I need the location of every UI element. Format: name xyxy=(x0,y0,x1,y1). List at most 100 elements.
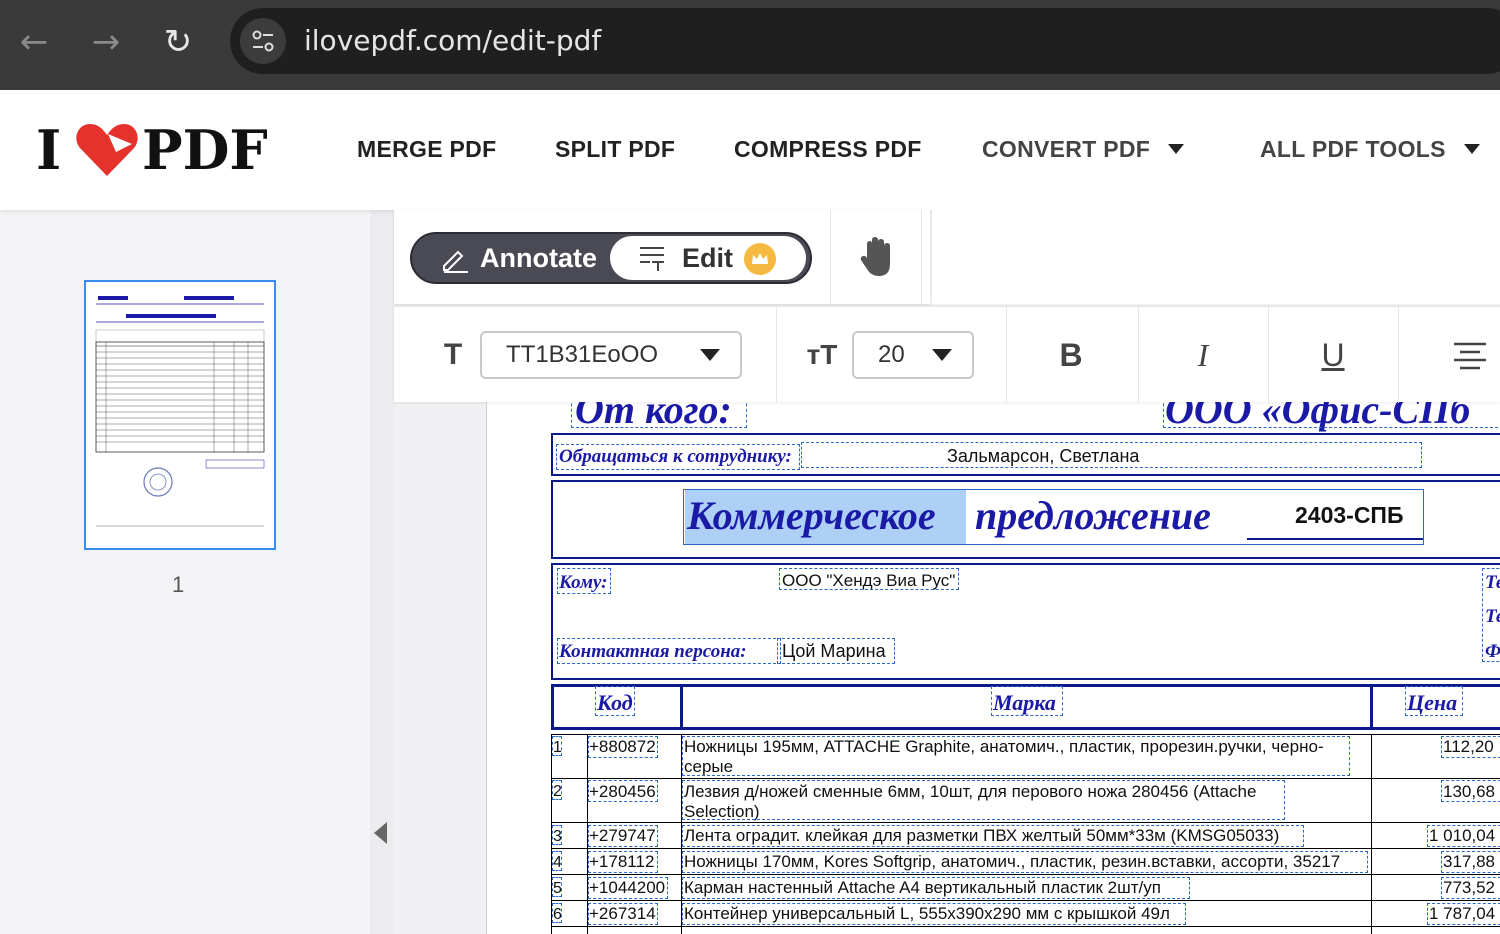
text-box-outline xyxy=(552,736,562,756)
text-box-outline xyxy=(682,877,1190,899)
chevron-down-icon xyxy=(932,349,952,361)
italic-button[interactable]: I xyxy=(1178,333,1228,377)
nav-compress-pdf[interactable]: COMPRESS PDF xyxy=(734,136,922,163)
rule-line xyxy=(551,678,1500,680)
row-divider xyxy=(551,874,1500,875)
rule-line xyxy=(551,480,553,558)
format-toolbar: T TT1B31EoOO тT 20 B I U xyxy=(394,306,1500,403)
nav-convert-pdf-label: CONVERT PDF xyxy=(982,136,1151,162)
forward-icon[interactable]: → xyxy=(86,22,126,62)
nav-all-tools-label: ALL PDF TOOLS xyxy=(1260,136,1446,162)
back-icon[interactable]: ← xyxy=(14,22,54,62)
text-box-outline xyxy=(588,825,658,847)
edit-mode-button[interactable]: Edit xyxy=(610,236,806,280)
rule-line xyxy=(551,557,1500,559)
text-box-outline xyxy=(552,877,562,897)
font-size-value: 20 xyxy=(878,341,905,368)
column-divider xyxy=(1371,734,1372,934)
text-box-outline xyxy=(779,568,959,590)
text-box-outline xyxy=(552,825,562,845)
toolbar-separator xyxy=(1006,307,1007,403)
nav-all-pdf-tools[interactable]: ALL PDF TOOLS xyxy=(1260,136,1480,163)
hand-icon xyxy=(860,237,890,276)
text-box-outline xyxy=(588,851,658,873)
rule-line xyxy=(551,563,553,679)
text-box-outline xyxy=(1427,825,1500,847)
row-divider xyxy=(551,848,1500,849)
text-box-outline xyxy=(991,686,1063,716)
text-box-outline xyxy=(1441,780,1500,802)
row-divider xyxy=(551,926,1500,927)
ilovepdf-logo[interactable]: I PDF xyxy=(36,120,286,180)
text-box-outline xyxy=(1482,568,1500,662)
text-box-outline xyxy=(552,851,562,871)
pdf-page[interactable]: От кого: ООО «Офис-СПб Обращаться к сотр… xyxy=(486,402,1500,934)
page-thumbnail[interactable] xyxy=(84,280,276,550)
chevron-down-icon xyxy=(1168,143,1185,154)
rule-line xyxy=(551,474,1500,476)
page-number-label: 1 xyxy=(172,572,185,597)
text-box-outline xyxy=(556,444,800,470)
reload-icon[interactable]: ↻ xyxy=(158,22,198,62)
chevron-down-icon xyxy=(1463,143,1480,154)
annotate-mode-button[interactable]: Annotate xyxy=(418,234,618,282)
text-box-outline xyxy=(682,903,1186,925)
text-edit-icon xyxy=(640,247,664,271)
text-box-outline xyxy=(1427,903,1500,925)
toolbar-separator xyxy=(1138,307,1139,403)
text-box-outline xyxy=(1441,851,1500,873)
page-thumbnails-panel: 1 xyxy=(0,210,370,934)
row-divider xyxy=(551,778,1500,779)
heart-icon xyxy=(76,124,138,176)
edit-label: Edit xyxy=(682,243,733,273)
url-text[interactable]: ilovepdf.com/edit-pdf xyxy=(304,24,601,57)
site-header: I PDF MERGE PDF SPLIT PDF COMPRESS PDF C… xyxy=(0,90,1500,210)
rule-line xyxy=(551,433,1500,435)
text-box-outline xyxy=(552,780,562,800)
text-box-outline xyxy=(682,780,1285,820)
text-box-outline xyxy=(1163,402,1500,428)
text-box-outline xyxy=(1441,736,1500,758)
text-box-outline xyxy=(1405,686,1463,716)
toolbar-separator xyxy=(1398,307,1399,403)
logo-letter-i: I xyxy=(36,118,62,182)
align-center-icon[interactable] xyxy=(1452,341,1488,371)
text-box-outline xyxy=(1441,877,1500,899)
text-box-outline xyxy=(557,638,781,664)
browser-toolbar: ← → ↻ ilovepdf.com/edit-pdf xyxy=(0,0,1500,90)
text-box-outline xyxy=(777,638,895,664)
toolbar-separator xyxy=(776,307,777,403)
font-family-select[interactable]: TT1B31EoOO xyxy=(480,331,742,379)
font-size-icon: тT xyxy=(806,339,838,370)
text-box-outline xyxy=(571,402,747,428)
rule-line xyxy=(551,480,1500,482)
annotate-label: Annotate xyxy=(480,243,597,273)
text-box-outline xyxy=(595,686,635,716)
mode-toolbar-blank xyxy=(932,210,1500,304)
text-box-outline xyxy=(588,780,658,802)
rule-line xyxy=(680,684,683,730)
font-family-value: TT1B31EoOO xyxy=(506,341,659,368)
nav-split-pdf[interactable]: SPLIT PDF xyxy=(555,136,675,163)
bold-button[interactable]: B xyxy=(1046,333,1096,377)
text-box-outline xyxy=(682,851,1368,873)
nav-convert-pdf[interactable]: CONVERT PDF xyxy=(982,136,1185,163)
text-box-outline xyxy=(552,903,562,923)
collapse-panel-icon[interactable] xyxy=(374,822,387,844)
underline-button[interactable]: U xyxy=(1308,333,1358,377)
text-box-outline xyxy=(682,825,1304,847)
rule-line xyxy=(551,563,1500,565)
pencil-icon xyxy=(443,250,468,273)
row-divider xyxy=(551,900,1500,901)
toolbar-separator xyxy=(1268,307,1269,403)
row-divider xyxy=(551,734,1500,735)
selected-text-box xyxy=(683,489,1424,545)
nav-merge-pdf[interactable]: MERGE PDF xyxy=(357,136,496,163)
hand-tool-button[interactable] xyxy=(830,210,922,304)
site-settings-icon[interactable] xyxy=(240,18,286,64)
font-size-select[interactable]: 20 xyxy=(852,331,974,379)
text-box-outline xyxy=(801,442,1422,468)
address-bar[interactable]: ilovepdf.com/edit-pdf xyxy=(230,8,1500,74)
rule-line xyxy=(1370,684,1373,730)
logo-text-pdf: PDF xyxy=(142,118,268,182)
